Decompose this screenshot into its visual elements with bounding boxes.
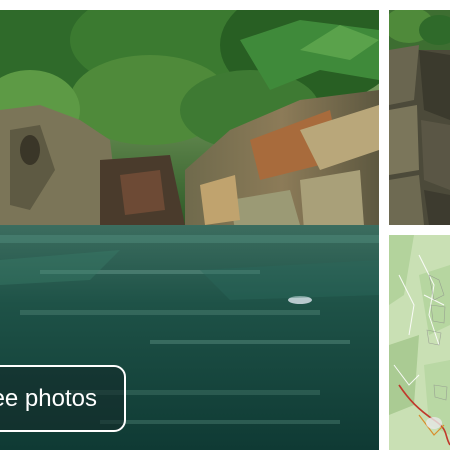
side-photo-rock-wall[interactable] — [389, 10, 450, 225]
location-map[interactable] — [389, 235, 450, 450]
photo-gallery: See photos — [0, 0, 450, 450]
see-photos-button[interactable]: See photos — [0, 365, 126, 432]
map-image — [389, 235, 450, 450]
see-photos-label: See photos — [0, 384, 97, 412]
main-photo[interactable]: See photos — [0, 10, 379, 450]
rock-wall-image — [389, 10, 450, 225]
